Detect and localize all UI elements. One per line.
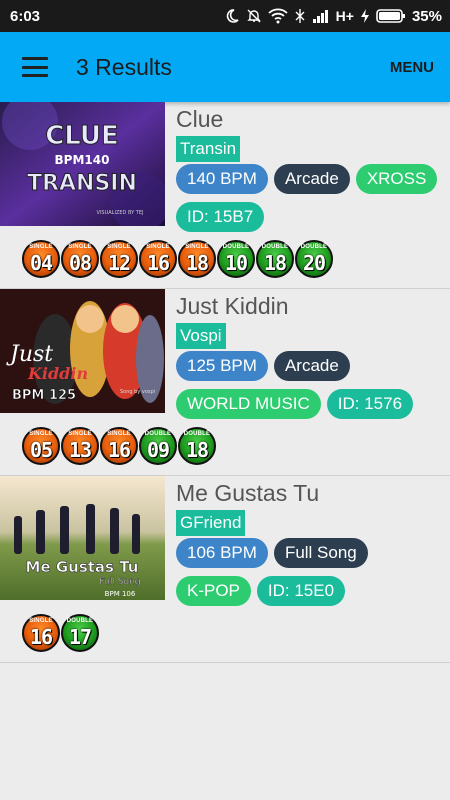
genre-chip[interactable]: XROSS [355,164,438,194]
level-badge-single[interactable]: SINGLE 12 [100,240,138,278]
genre-chip[interactable]: WORLD MUSIC [176,389,321,419]
svg-text:Song by vospi: Song by vospi [120,389,155,395]
song-item[interactable]: Just Kiddin BPM 125 Song by vospi Just K… [0,289,450,476]
status-bar: 6:03 H+ 35% [0,0,450,32]
tag-row: 106 BPM Full Song K-POP ID: 15E0 [176,538,446,608]
level-badge-single[interactable]: SINGLE 16 [139,240,177,278]
artist-tag[interactable]: Vospi [176,323,226,349]
level-badge-single[interactable]: SINGLE 04 [22,240,60,278]
battery-icon [376,9,405,23]
svg-text:BPM140: BPM140 [55,153,110,167]
mode-chip[interactable]: Arcade [273,164,350,194]
moon-icon [226,9,239,23]
svg-text:Me Gustas Tu: Me Gustas Tu [26,558,139,576]
tag-row: 140 BPM Arcade XROSS ID: 15B7 [176,164,446,234]
charging-icon [360,9,369,23]
level-badge-double[interactable]: DOUBLE 10 [217,240,255,278]
level-list: SINGLE 04 SINGLE 08 SINGLE 12 SINGLE 16 SING… [22,240,333,278]
song-thumbnail: Me Gustas Tu Full Song BPM 106 [0,476,165,600]
network-type: H+ [335,8,354,24]
song-thumbnail: Just Kiddin BPM 125 Song by vospi [0,289,165,413]
song-info: Me Gustas Tu GFriend 106 BPM Full Song K… [176,478,446,608]
level-badge-single[interactable]: SINGLE 13 [61,427,99,465]
level-badge-single[interactable]: SINGLE 05 [22,427,60,465]
svg-text:TRANSIN: TRANSIN [27,171,137,196]
level-badge-single[interactable]: SINGLE 18 [178,240,216,278]
song-thumbnail: CLUE BPM140 TRANSIN VISUALIZED BY TEJ [0,102,165,226]
song-title: Me Gustas Tu [176,480,320,506]
song-title: Just Kiddin [176,293,289,319]
level-badge-double[interactable]: DOUBLE 20 [295,240,333,278]
id-chip[interactable]: ID: 1576 [326,389,414,419]
results-list: CLUE BPM140 TRANSIN VISUALIZED BY TEJ Cl… [0,102,450,663]
wifi-icon [268,8,288,24]
artist-tag[interactable]: Transin [176,136,241,162]
level-badge-double[interactable]: DOUBLE 18 [178,427,216,465]
signal-icon [312,10,328,23]
svg-text:Kiddin: Kiddin [27,364,88,383]
tag-row: 125 BPM Arcade WORLD MUSIC ID: 1576 [176,351,446,421]
bpm-chip[interactable]: 106 BPM [176,538,268,568]
song-title: Clue [176,106,224,132]
status-icons: H+ 35% [224,8,442,25]
page-title: 3 Results [76,53,172,80]
mode-chip[interactable]: Arcade [273,351,350,381]
song-info: Just Kiddin Vospi 125 BPM Arcade WORLD M… [176,291,446,421]
app-bar: 3 Results MENU [0,32,450,102]
bell-off-icon [246,9,261,23]
level-list: SINGLE 05 SINGLE 13 SINGLE 16 DOUBLE 09 DOUB… [22,427,216,465]
hamburger-menu-icon[interactable] [22,57,48,77]
song-info: Clue Transin 140 BPM Arcade XROSS ID: 15… [176,104,446,234]
song-item[interactable]: Me Gustas Tu Full Song BPM 106 Me Gustas… [0,476,450,663]
level-badge-single[interactable]: SINGLE 16 [100,427,138,465]
level-badge-double[interactable]: DOUBLE 17 [61,614,99,652]
mode-chip[interactable]: Full Song [273,538,368,568]
song-item[interactable]: CLUE BPM140 TRANSIN VISUALIZED BY TEJ Cl… [0,102,450,289]
level-badge-single[interactable]: SINGLE 16 [22,614,60,652]
svg-text:BPM 125: BPM 125 [12,388,76,403]
id-chip[interactable]: ID: 15B7 [176,202,265,232]
menu-button[interactable]: MENU [390,59,434,76]
genre-chip[interactable]: K-POP [176,576,251,606]
svg-text:BPM 106: BPM 106 [105,590,136,598]
level-badge-double[interactable]: DOUBLE 18 [256,240,294,278]
status-time: 6:03 [10,7,41,25]
svg-text:CLUE: CLUE [45,121,119,151]
bpm-chip[interactable]: 140 BPM [176,164,268,194]
level-badge-double[interactable]: DOUBLE 09 [139,427,177,465]
level-list: SINGLE 16 DOUBLE 17 [22,614,99,652]
level-badge-single[interactable]: SINGLE 08 [61,240,99,278]
svg-text:Full Song: Full Song [100,577,141,587]
id-chip[interactable]: ID: 15E0 [256,576,346,606]
svg-text:VISUALIZED BY TEJ: VISUALIZED BY TEJ [97,210,144,216]
artist-tag[interactable]: GFriend [176,510,246,536]
battery-percent: 35% [411,7,442,25]
vibrate-icon [295,9,305,23]
bpm-chip[interactable]: 125 BPM [176,351,268,381]
